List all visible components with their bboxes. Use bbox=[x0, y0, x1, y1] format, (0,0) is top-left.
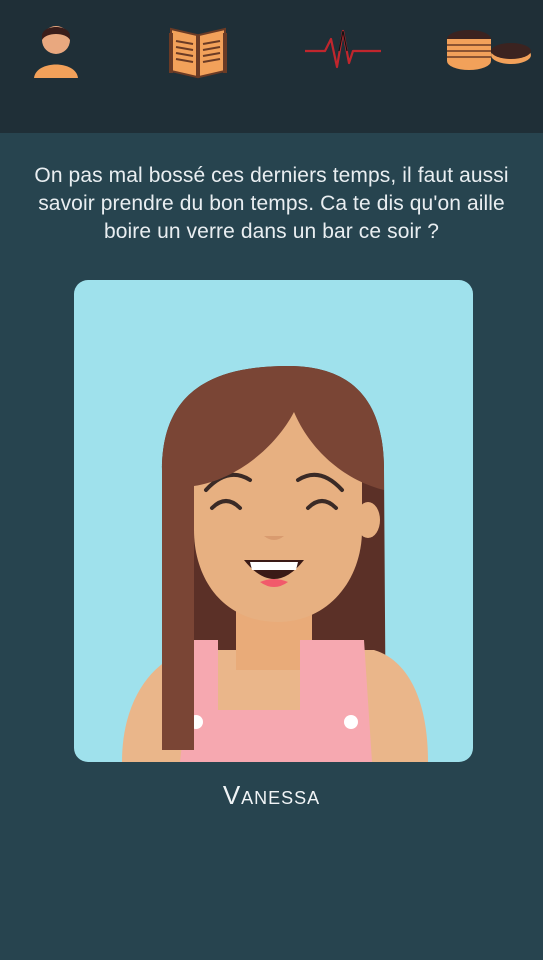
person-icon bbox=[34, 26, 78, 78]
top-navigation-bar bbox=[0, 0, 543, 133]
character-portrait-card bbox=[74, 280, 473, 762]
app-screen: On pas mal bossé ces derniers temps, il … bbox=[0, 0, 543, 960]
nav-news-button[interactable] bbox=[150, 10, 246, 90]
heartbeat-icon bbox=[305, 29, 381, 69]
nav-health-button[interactable] bbox=[295, 10, 391, 90]
nav-money-button[interactable] bbox=[440, 10, 536, 90]
character-name: Vanessa bbox=[222, 780, 321, 810]
dialog-message: On pas mal bossé ces derniers temps, il … bbox=[34, 164, 509, 243]
coins-icon bbox=[447, 30, 531, 70]
nav-profile-button[interactable] bbox=[8, 10, 104, 90]
newspaper-icon bbox=[169, 27, 227, 79]
character-portrait bbox=[122, 366, 428, 762]
